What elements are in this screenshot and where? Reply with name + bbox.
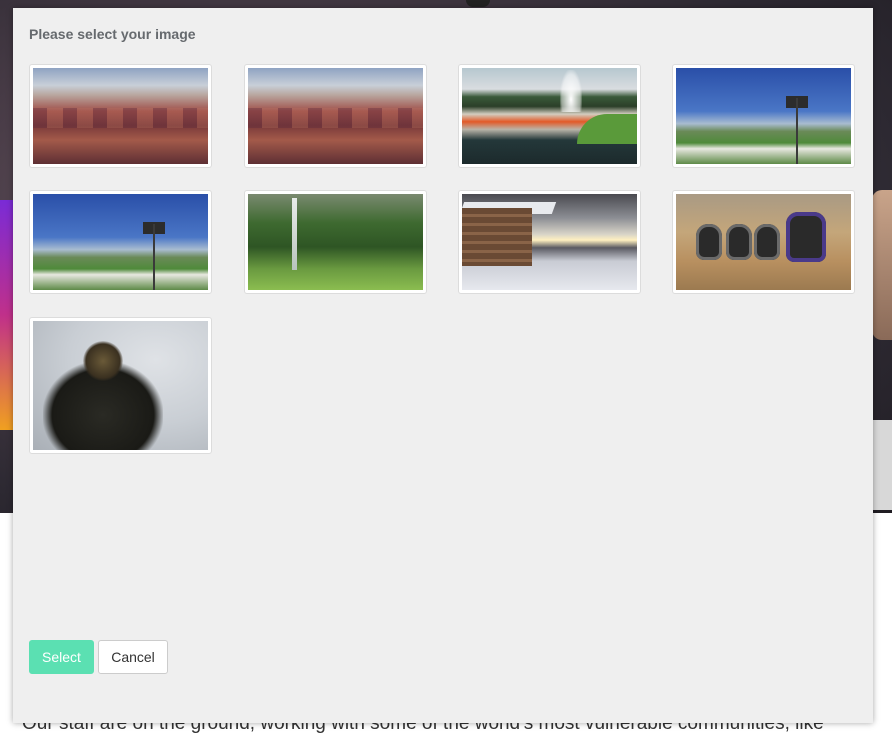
canyon-icon <box>248 68 423 164</box>
cabin-icon <box>462 194 637 290</box>
skull-shape <box>754 224 780 260</box>
image-thumbnail[interactable] <box>244 190 427 294</box>
select-button[interactable]: Select <box>29 640 94 674</box>
bird-icon <box>33 321 208 450</box>
skulls-icon <box>676 194 851 290</box>
image-thumbnail[interactable] <box>458 64 641 168</box>
skull-shape <box>786 212 826 262</box>
skull-shape <box>726 224 752 260</box>
image-thumbnail[interactable] <box>672 64 855 168</box>
mountains-icon <box>33 194 208 290</box>
image-thumbnail[interactable] <box>458 190 641 294</box>
hero-decoration <box>466 0 490 7</box>
waterfall-icon <box>248 194 423 290</box>
image-thumbnail[interactable] <box>29 190 212 294</box>
image-thumbnail[interactable] <box>244 64 427 168</box>
hero-decoration <box>872 190 892 340</box>
geyser-icon <box>462 68 637 164</box>
mountains-icon <box>676 68 851 164</box>
cancel-button[interactable]: Cancel <box>98 640 168 674</box>
hero-decoration <box>872 420 892 510</box>
image-picker-modal: Please select your image Select Cancel <box>13 8 873 723</box>
image-thumbnail[interactable] <box>29 317 212 454</box>
skull-shape <box>696 224 722 260</box>
image-thumbnail[interactable] <box>672 190 855 294</box>
canyon-icon <box>33 68 208 164</box>
image-thumbnail[interactable] <box>29 64 212 168</box>
modal-title: Please select your image <box>29 26 196 42</box>
